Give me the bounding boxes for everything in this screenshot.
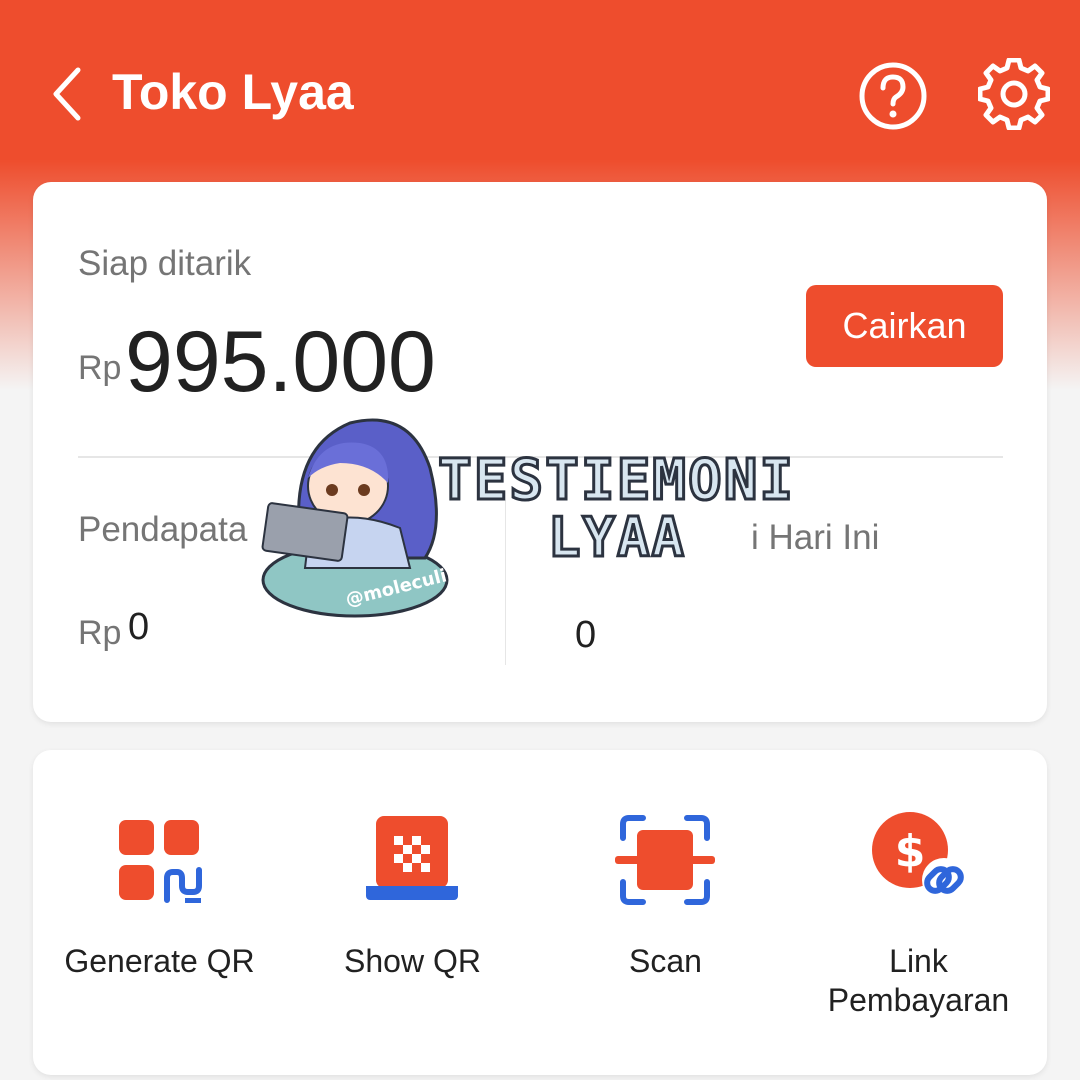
menu-label: Show QR	[344, 943, 481, 979]
income-currency: Rp	[78, 614, 122, 652]
menu-item-payment-link[interactable]: $ Link Pembayaran	[792, 810, 1045, 1030]
watermark-text-line1: TESTIEMONI	[436, 447, 796, 515]
show-qr-icon	[366, 816, 458, 900]
currency-label: Rp	[78, 349, 122, 387]
watermark-character-image: @moleculi	[261, 418, 449, 618]
watermark: @moleculi TESTIEMONI LYAA	[260, 408, 860, 623]
gear-icon[interactable]	[978, 58, 1050, 130]
income-value: 0	[128, 606, 150, 648]
cashout-button[interactable]: Cairkan	[806, 285, 1003, 367]
generate-qr-icon	[119, 820, 202, 903]
menu-item-scan[interactable]: Scan	[539, 810, 792, 1030]
menu-label: Scan	[629, 943, 702, 979]
payment-link-icon: $	[872, 812, 966, 902]
quick-menu-card: Generate QR Show QR Scan $ Link Pembayar…	[33, 750, 1047, 1075]
menu-label: Generate QR	[64, 943, 255, 979]
page-title: Toko Lyaa	[112, 64, 354, 120]
menu-item-show-qr[interactable]: Show QR	[286, 810, 539, 1030]
income-label: Pendapata	[78, 510, 248, 549]
scan-icon	[615, 815, 715, 905]
chevron-left-icon[interactable]	[48, 64, 88, 124]
menu-item-generate-qr[interactable]: Generate QR	[33, 810, 286, 1030]
help-circle-icon[interactable]	[857, 60, 929, 132]
top-bar: Toko Lyaa	[0, 0, 1080, 185]
svg-text:$: $	[895, 826, 926, 877]
balance-amount: 995.000	[125, 314, 436, 410]
watermark-text-line2: LYAA	[546, 505, 687, 571]
ready-to-withdraw-label: Siap ditarik	[78, 244, 252, 283]
menu-label: Link Pembayaran	[827, 943, 1010, 1018]
